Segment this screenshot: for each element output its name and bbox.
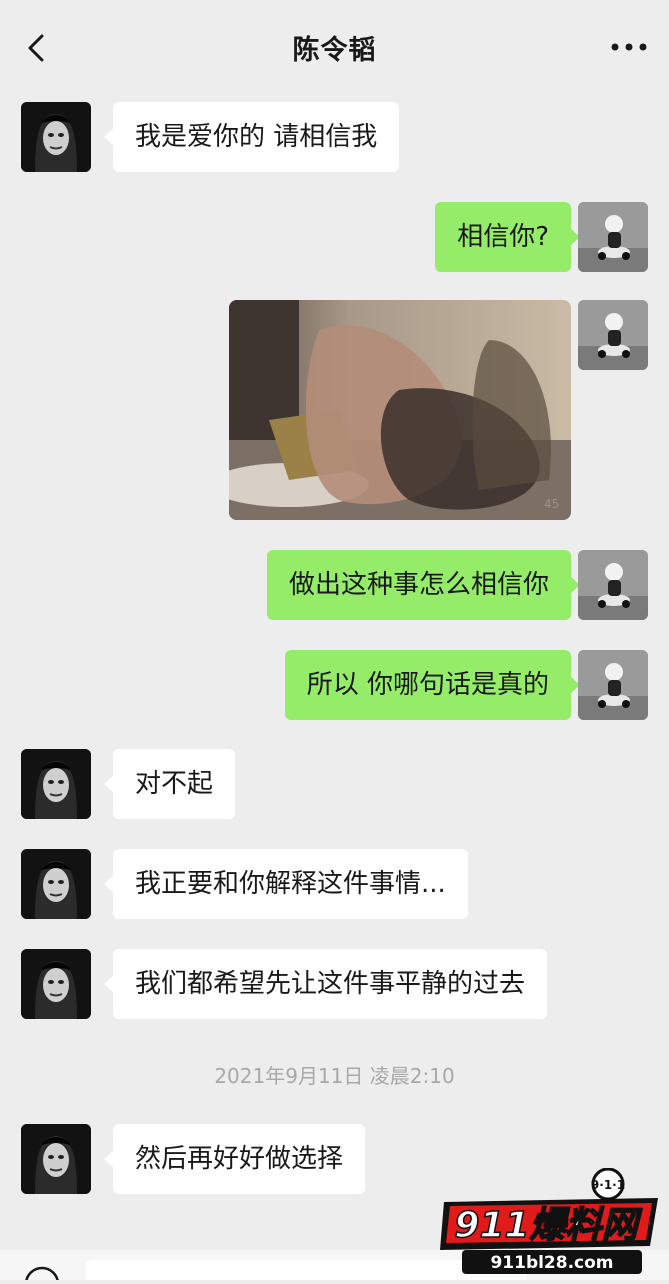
chat-title: 陈令韬 xyxy=(292,35,377,66)
message-bubble[interactable]: 我正要和你解释这件事情... xyxy=(104,849,468,919)
more-dots-icon[interactable] xyxy=(609,40,649,54)
contact-avatar[interactable] xyxy=(21,1124,91,1194)
message-bubble[interactable]: 相信你? xyxy=(435,202,580,272)
shared-photo[interactable]: 45 xyxy=(229,300,571,520)
watermark-url: 911bl28.com xyxy=(490,1253,613,1273)
my-avatar[interactable] xyxy=(578,550,648,620)
contact-avatar[interactable] xyxy=(21,102,91,172)
contact-avatar[interactable] xyxy=(21,849,91,919)
watermark-badge: 9·1·1 xyxy=(591,1178,625,1192)
my-avatar[interactable] xyxy=(578,300,648,370)
message-bubble[interactable]: 然后再好好做选择 xyxy=(103,1124,366,1194)
contact-avatar[interactable] xyxy=(21,949,91,1019)
my-avatar[interactable] xyxy=(578,650,648,720)
photo-corner-number: 45 xyxy=(544,497,559,511)
message-timestamp: 2021年9月11日 凌晨2:10 xyxy=(214,1064,455,1088)
message-bubble[interactable]: 我们都希望先让这件事平静的过去 xyxy=(103,949,548,1019)
chat-header: 陈令韬 xyxy=(0,0,669,92)
message-bubble[interactable]: 对不起 xyxy=(103,749,236,819)
message-bubble[interactable]: 所以 你哪句话是真的 xyxy=(284,650,581,720)
watermark-brand: 911爆料网 xyxy=(454,1205,642,1246)
message-bubble[interactable]: 做出这种事怎么相信你 xyxy=(266,550,581,620)
watermark-logo: 9·1·1 911爆料网 911bl28.com xyxy=(436,1167,666,1276)
voice-icon xyxy=(24,1266,60,1284)
contact-avatar[interactable] xyxy=(21,749,91,819)
message-bubble[interactable]: 我是爱你的 请相信我 xyxy=(103,102,400,172)
my-avatar[interactable] xyxy=(578,202,648,272)
